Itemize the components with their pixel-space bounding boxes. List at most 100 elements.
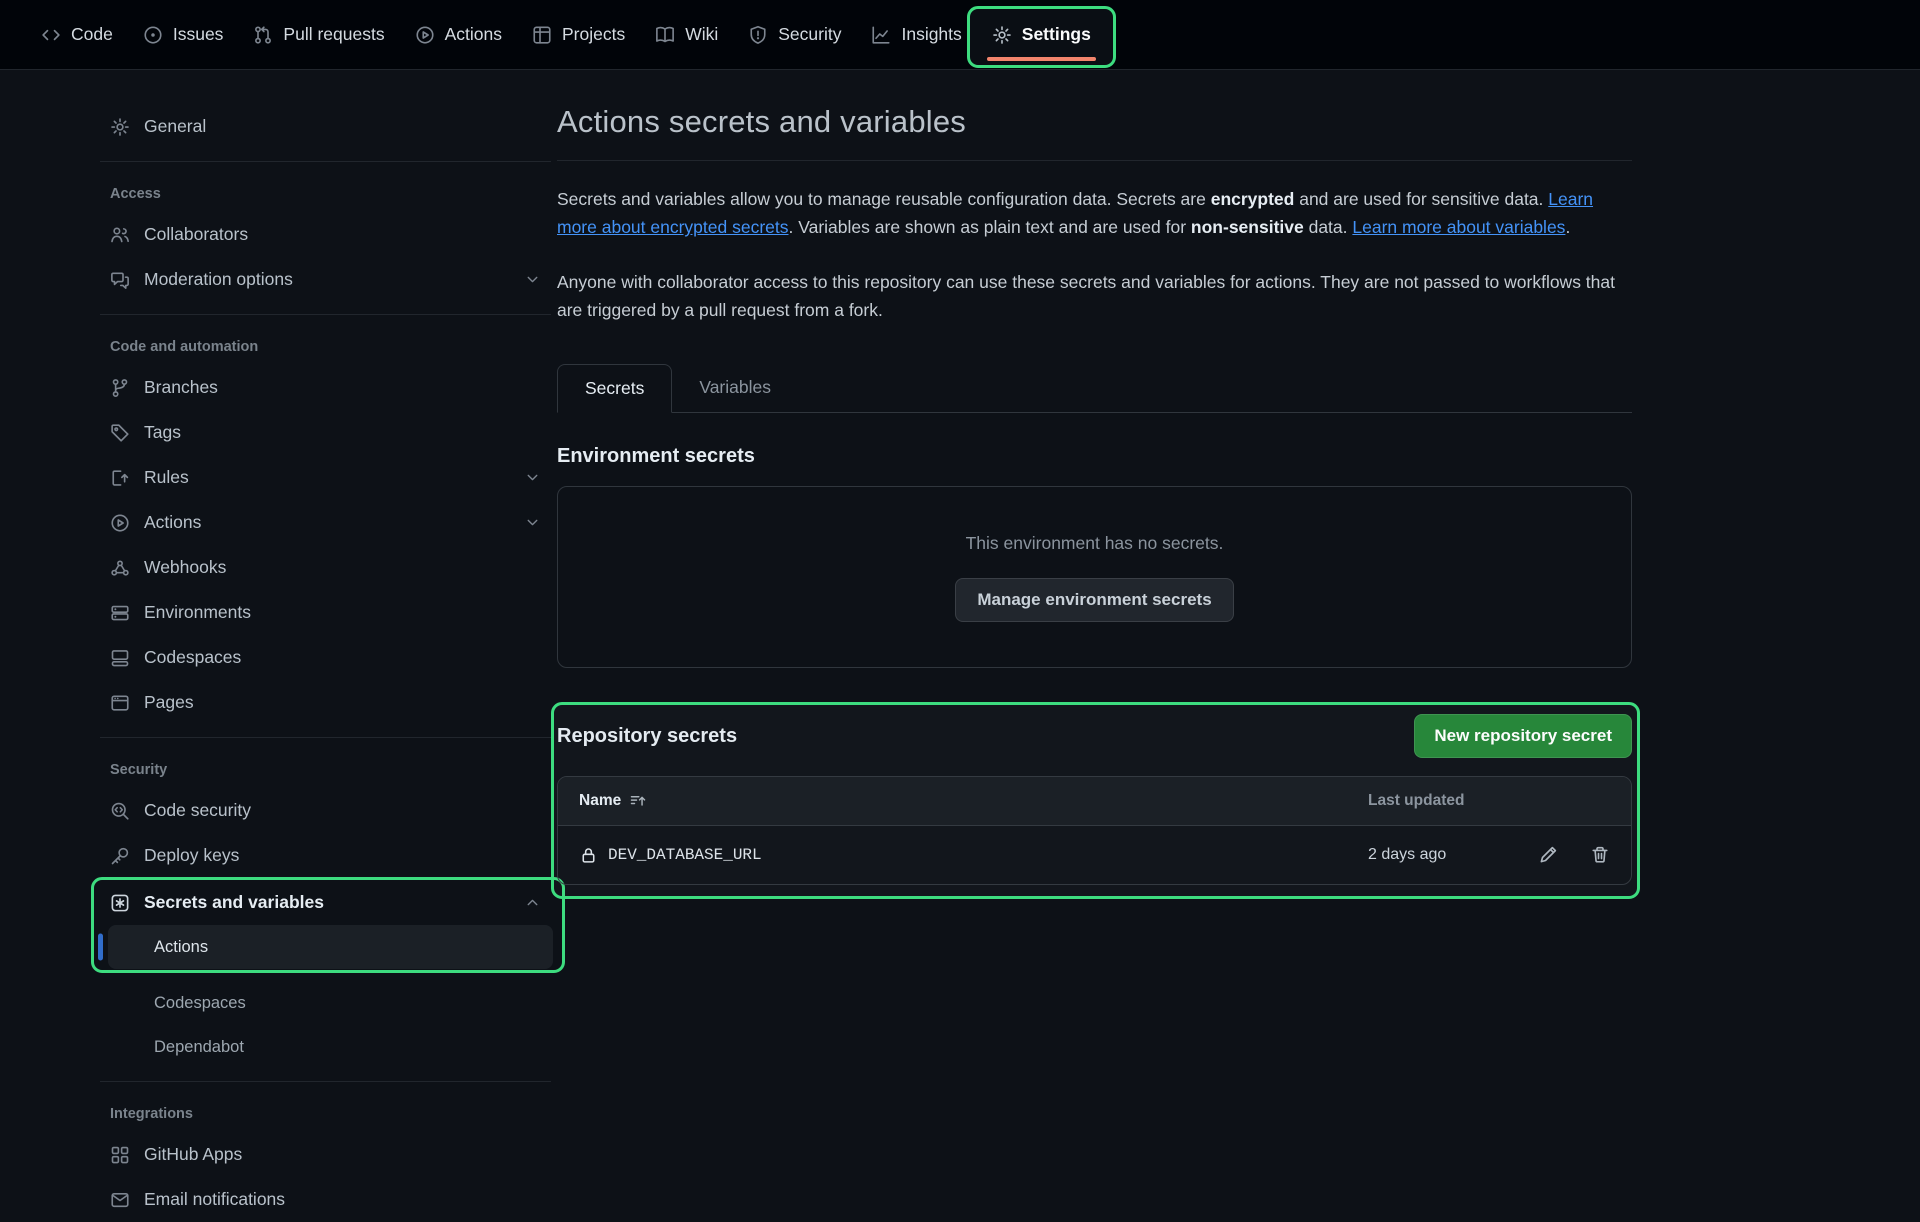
sidebar-section-security: Security	[98, 750, 553, 788]
secrets-variables-tabnav: Secrets Variables	[557, 364, 1632, 413]
sidebar-item-github-apps[interactable]: GitHub Apps	[98, 1132, 553, 1177]
title-divider	[557, 160, 1632, 161]
main-content: Actions secrets and variables Secrets an…	[557, 104, 1632, 1222]
new-repository-secret-button[interactable]: New repository secret	[1414, 714, 1632, 758]
book-icon	[655, 25, 675, 45]
sidebar-item-general[interactable]: General	[98, 104, 553, 149]
description-text: Secrets and variables allow you to manag…	[557, 189, 1211, 209]
description-text: data.	[1304, 217, 1353, 237]
environment-secrets-heading: Environment secrets	[557, 445, 1632, 468]
collaborator-note-paragraph: Anyone with collaborator access to this …	[557, 268, 1617, 325]
sidebar-subitem-dependabot[interactable]: Dependabot	[108, 1025, 553, 1069]
sidebar-item-label: Pages	[144, 692, 194, 713]
asterisk-box-icon	[110, 893, 130, 913]
nav-tab-label: Wiki	[685, 24, 718, 45]
nav-tab-label: Projects	[562, 24, 625, 45]
sidebar-item-branches[interactable]: Branches	[98, 365, 553, 410]
secret-name-cell: DEV_DATABASE_URL	[579, 846, 1368, 865]
sidebar-item-collaborators[interactable]: Collaborators	[98, 212, 553, 257]
pencil-icon	[1538, 845, 1558, 865]
sidebar-item-code-security[interactable]: Code security	[98, 788, 553, 833]
server-icon	[110, 603, 130, 623]
nav-tab-label: Settings	[1022, 24, 1091, 45]
nav-tab-label: Code	[71, 24, 113, 45]
pull-request-icon	[253, 25, 273, 45]
sidebar-item-webhooks[interactable]: Webhooks	[98, 545, 553, 590]
shield-icon	[748, 25, 768, 45]
tab-variables[interactable]: Variables	[672, 364, 798, 412]
nav-tab-issues[interactable]: Issues	[128, 0, 239, 69]
table-header-row: Name Last updated	[558, 777, 1631, 826]
sidebar-item-pages[interactable]: Pages	[98, 680, 553, 725]
nav-tab-label: Security	[778, 24, 841, 45]
sidebar-item-actions[interactable]: Actions	[98, 500, 553, 545]
sidebar-divider	[100, 1081, 551, 1082]
sidebar-item-label: Deploy keys	[144, 845, 239, 866]
sort-ascending-icon[interactable]	[629, 792, 647, 810]
nav-tab-pull-requests[interactable]: Pull requests	[238, 0, 399, 69]
sidebar-item-deploy-keys[interactable]: Deploy keys	[98, 833, 553, 878]
sidebar-item-tags[interactable]: Tags	[98, 410, 553, 455]
sidebar-subitem-label: Actions	[154, 938, 208, 957]
environment-secrets-box: This environment has no secrets. Manage …	[557, 486, 1632, 668]
sidebar-item-secrets-and-variables[interactable]: Secrets and variables	[98, 880, 553, 925]
sidebar-item-label: Collaborators	[144, 224, 248, 245]
chevron-up-icon	[524, 894, 541, 911]
link-variables[interactable]: Learn more about variables	[1352, 217, 1565, 237]
nav-tab-actions[interactable]: Actions	[400, 0, 517, 69]
issue-icon	[143, 25, 163, 45]
comment-discussion-icon	[110, 270, 130, 290]
environment-empty-text: This environment has no secrets.	[966, 533, 1224, 554]
edit-secret-button[interactable]	[1538, 845, 1558, 865]
projects-icon	[532, 25, 552, 45]
sidebar-item-label: Moderation options	[144, 269, 293, 290]
repository-secrets-header: Repository secrets New repository secret	[557, 714, 1632, 758]
sidebar-item-label: Branches	[144, 377, 218, 398]
last-updated-column-header: Last updated	[1368, 792, 1518, 810]
sidebar-item-codespaces[interactable]: Codespaces	[98, 635, 553, 680]
sidebar-subitem-actions[interactable]: Actions	[108, 925, 553, 969]
apps-grid-icon	[110, 1145, 130, 1165]
secret-name: DEV_DATABASE_URL	[608, 846, 762, 864]
secret-row-actions	[1518, 845, 1610, 865]
sidebar-divider	[100, 737, 551, 738]
nav-tab-wiki[interactable]: Wiki	[640, 0, 733, 69]
delete-secret-button[interactable]	[1590, 845, 1610, 865]
sidebar-subitem-codespaces[interactable]: Codespaces	[108, 981, 553, 1025]
active-tab-underline	[987, 57, 1096, 61]
sidebar-item-moderation-options[interactable]: Moderation options	[98, 257, 553, 302]
description-bold: non-sensitive	[1191, 217, 1304, 237]
webhook-icon	[110, 558, 130, 578]
nav-tab-label: Issues	[173, 24, 224, 45]
page-title: Actions secrets and variables	[557, 104, 1632, 140]
sidebar-item-label: Tags	[144, 422, 181, 443]
sidebar-item-rules[interactable]: Rules	[98, 455, 553, 500]
description-text: . Variables are shown as plain text and …	[789, 217, 1191, 237]
trash-icon	[1590, 845, 1610, 865]
sidebar-item-label: Codespaces	[144, 647, 241, 668]
play-icon	[415, 25, 435, 45]
tab-secrets[interactable]: Secrets	[557, 364, 672, 413]
gear-icon	[110, 117, 130, 137]
sidebar-section-integrations: Integrations	[98, 1094, 553, 1132]
manage-environment-secrets-button[interactable]: Manage environment secrets	[955, 578, 1233, 622]
sidebar-item-environments[interactable]: Environments	[98, 590, 553, 635]
chevron-down-icon	[524, 469, 541, 486]
lock-icon	[579, 846, 598, 865]
nav-tab-settings[interactable]: Settings	[977, 0, 1106, 69]
nav-tab-label: Insights	[901, 24, 961, 45]
nav-tab-projects[interactable]: Projects	[517, 0, 640, 69]
nav-tab-insights[interactable]: Insights	[856, 0, 976, 69]
codescan-icon	[110, 801, 130, 821]
nav-tab-security[interactable]: Security	[733, 0, 856, 69]
browser-icon	[110, 693, 130, 713]
gear-icon	[992, 25, 1012, 45]
sidebar-item-label: Environments	[144, 602, 251, 623]
sidebar-item-label: Rules	[144, 467, 189, 488]
code-icon	[41, 25, 61, 45]
nav-tab-code[interactable]: Code	[26, 0, 128, 69]
description-text: .	[1565, 217, 1570, 237]
people-icon	[110, 225, 130, 245]
page-body: General Access Collaborators Moderation …	[0, 70, 1920, 1222]
tag-icon	[110, 423, 130, 443]
